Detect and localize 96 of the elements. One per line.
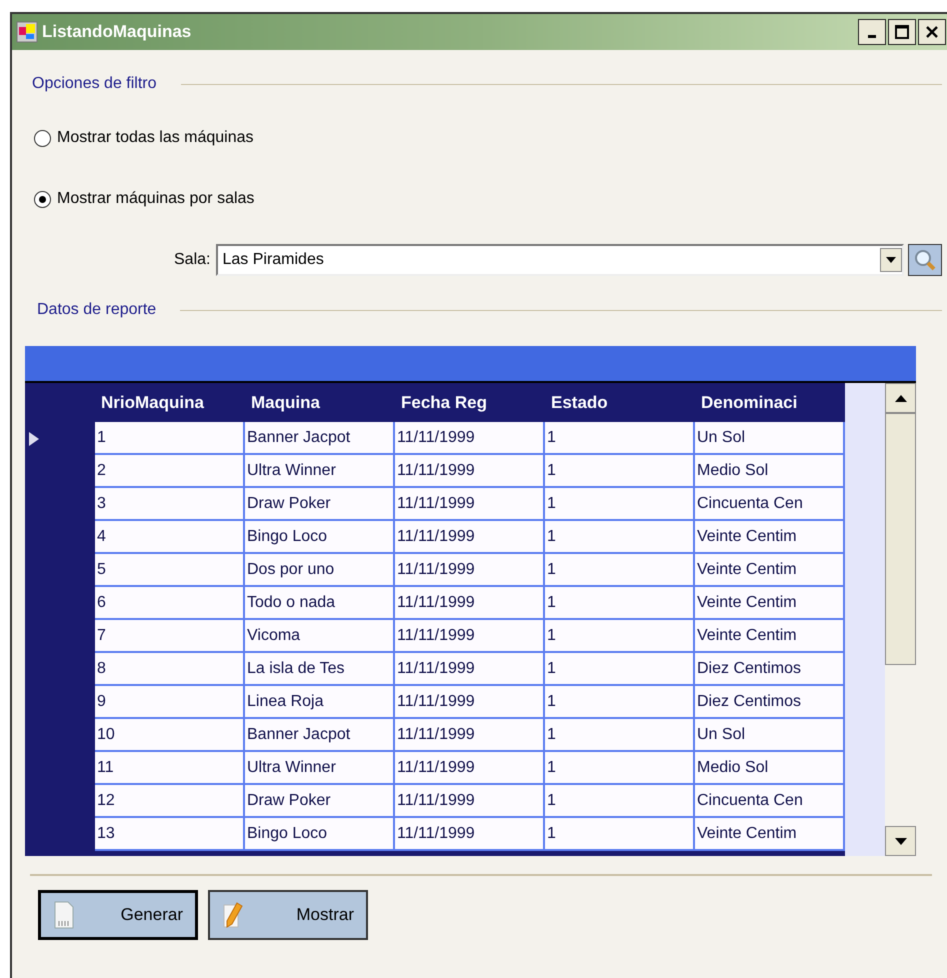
close-button[interactable]: [918, 19, 946, 45]
table-cell: Un Sol: [695, 719, 845, 752]
table-cell: 1: [545, 686, 695, 719]
table-cell: 11/11/1999: [395, 521, 545, 554]
table-cell: 11/11/1999: [395, 785, 545, 818]
app-icon: [16, 21, 38, 43]
table-cell: Medio Sol: [695, 455, 845, 488]
table-cell: 11/11/1999: [395, 686, 545, 719]
table-cell: Bingo Loco: [245, 818, 395, 851]
action-button[interactable]: Generar: [38, 890, 198, 940]
sala-label: Sala:: [174, 250, 210, 270]
up-arrow-icon: [894, 394, 906, 402]
radio-option[interactable]: Mostrar todas las máquinas: [34, 126, 254, 150]
table-cell: Medio Sol: [695, 752, 845, 785]
table-cell: 11/11/1999: [395, 653, 545, 686]
sala-dropdown[interactable]: Las Piramides: [216, 244, 904, 276]
table-cell: Draw Poker: [245, 785, 395, 818]
vertical-scrollbar[interactable]: [885, 383, 916, 856]
scroll-up-button[interactable]: [885, 383, 916, 413]
table-cell: Ultra Winner: [245, 455, 395, 488]
table-cell: 2: [95, 455, 245, 488]
table-cell: 3: [95, 488, 245, 521]
table-cell: Veinte Centim: [695, 587, 845, 620]
radio-option[interactable]: Mostrar máquinas por salas: [34, 187, 254, 211]
table-cell: Diez Centimos: [695, 653, 845, 686]
search-icon: [913, 248, 937, 272]
column-header[interactable]: Estado: [545, 390, 695, 416]
table-cell: 11/11/1999: [395, 719, 545, 752]
table-cell: Draw Poker: [245, 488, 395, 521]
table-cell: Veinte Centim: [695, 554, 845, 587]
table-cell: 1: [545, 653, 695, 686]
table-cell: 11/11/1999: [395, 455, 545, 488]
table-cell: 1: [545, 818, 695, 851]
table-cell: 12: [95, 785, 245, 818]
table-cell: 13: [95, 818, 245, 851]
table-cell: 1: [545, 422, 695, 455]
table-cell: 1: [545, 521, 695, 554]
table-cell: 1: [545, 719, 695, 752]
table-cell: Banner Jacpot: [245, 719, 395, 752]
table-cell: 1: [545, 620, 695, 653]
table-cell: 4: [95, 521, 245, 554]
maximize-icon: [895, 25, 909, 39]
table-cell: 7: [95, 620, 245, 653]
table-cell: 11/11/1999: [395, 818, 545, 851]
table-cell: 1: [95, 422, 245, 455]
maximize-button[interactable]: [888, 19, 916, 45]
current-row-icon: [29, 432, 39, 446]
table-cell: Cincuenta Cen: [695, 785, 845, 818]
table-cell: 1: [545, 488, 695, 521]
table-cell: La isla de Tes: [245, 653, 395, 686]
scroll-thumb[interactable]: [885, 413, 916, 665]
group-title: Opciones de filtro: [32, 74, 157, 94]
table-cell: Vicoma: [245, 620, 395, 653]
table-cell: 11/11/1999: [395, 587, 545, 620]
column-header[interactable]: Fecha Reg: [395, 390, 545, 416]
table-cell: 11: [95, 752, 245, 785]
table-cell: Todo o nada: [245, 587, 395, 620]
column-header[interactable]: Denominaci: [695, 390, 845, 416]
table-cell: 9: [95, 686, 245, 719]
table-cell: Banner Jacpot: [245, 422, 395, 455]
table-cell: Ultra Winner: [245, 752, 395, 785]
table-cell: Diez Centimos: [695, 686, 845, 719]
table-cell: Un Sol: [695, 422, 845, 455]
scroll-down-button[interactable]: [885, 826, 916, 856]
table-cell: Veinte Centim: [695, 818, 845, 851]
table-cell: 11/11/1999: [395, 620, 545, 653]
table-cell: 1: [545, 455, 695, 488]
table-cell: Cincuenta Cen: [695, 488, 845, 521]
table-cell: Dos por uno: [245, 554, 395, 587]
table-cell: 1: [545, 752, 695, 785]
close-icon: [925, 25, 939, 39]
table-cell: Bingo Loco: [245, 521, 395, 554]
down-arrow-icon: [894, 838, 906, 844]
table-cell: 6: [95, 587, 245, 620]
search-button[interactable]: [908, 244, 942, 276]
table-cell: Veinte Centim: [695, 521, 845, 554]
table-cell: Linea Roja: [245, 686, 395, 719]
action-button[interactable]: Mostrar: [208, 890, 368, 940]
table-cell: 1: [545, 785, 695, 818]
table-cell: 10: [95, 719, 245, 752]
table-cell: 11/11/1999: [395, 752, 545, 785]
window-title: ListandoMaquinas: [42, 21, 192, 44]
column-header[interactable]: Maquina: [245, 390, 395, 416]
group-title: Datos de reporte: [37, 300, 156, 320]
table-cell: 5: [95, 554, 245, 587]
minimize-icon: [868, 35, 876, 38]
minimize-button[interactable]: [858, 19, 886, 45]
table-cell: 1: [545, 554, 695, 587]
table-cell: 1: [545, 587, 695, 620]
table-cell: 8: [95, 653, 245, 686]
table-cell: Veinte Centim: [695, 620, 845, 653]
document-icon: [53, 901, 75, 929]
table-cell: 11/11/1999: [395, 554, 545, 587]
column-header[interactable]: NrioMaquina: [95, 390, 245, 416]
table-cell: 11/11/1999: [395, 488, 545, 521]
table-cell: 11/11/1999: [395, 422, 545, 455]
